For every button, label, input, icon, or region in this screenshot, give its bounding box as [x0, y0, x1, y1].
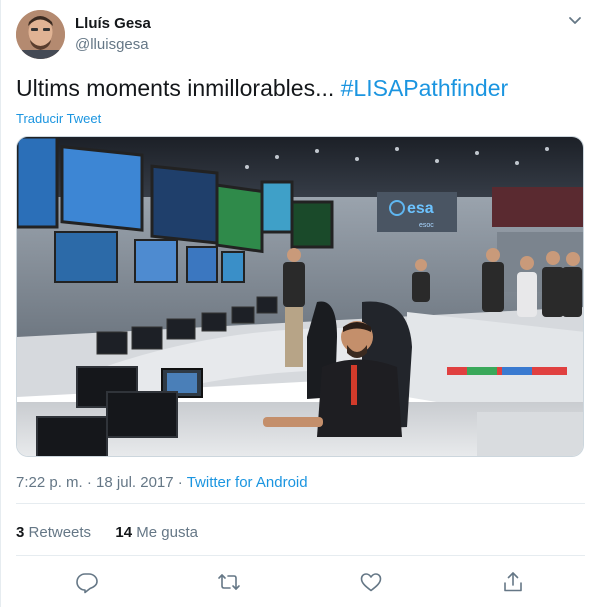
share-icon[interactable]	[501, 570, 525, 594]
likes-count: 14	[115, 524, 133, 541]
meta-separator: ·	[177, 474, 183, 491]
tweet-photo[interactable]: esa esoc	[16, 136, 584, 457]
likes-stat[interactable]: 14 Me gusta	[115, 524, 198, 541]
translate-tweet-link[interactable]: Traducir Tweet	[16, 111, 101, 126]
tweet-source-link[interactable]: Twitter for Android	[187, 474, 308, 491]
tweet-stats: 3 Retweets 14 Me gusta	[16, 524, 198, 541]
reply-icon[interactable]	[75, 570, 99, 594]
retweets-label: Retweets	[28, 524, 92, 541]
divider	[16, 503, 585, 504]
likes-label: Me gusta	[136, 524, 198, 541]
tweet-text: Ultims moments inmillorables... #LISAPat…	[16, 75, 508, 102]
author-handle[interactable]: @lluisgesa	[75, 36, 149, 53]
esa-logo-text: esa	[407, 200, 434, 217]
divider	[16, 555, 585, 556]
action-bar	[1, 570, 600, 596]
chevron-down-icon[interactable]	[568, 14, 582, 28]
tweet-date[interactable]: 18 jul. 2017	[96, 474, 174, 491]
meta-separator: ·	[86, 474, 92, 491]
avatar[interactable]	[16, 10, 65, 59]
like-icon[interactable]	[359, 570, 383, 594]
hashtag-link[interactable]: #LISAPathfinder	[341, 75, 509, 101]
esoc-label: esoc	[419, 222, 434, 229]
tweet-card: Lluís Gesa @lluisgesa Ultims moments inm…	[0, 0, 600, 607]
author-name[interactable]: Lluís Gesa	[75, 15, 151, 32]
tweet-time[interactable]: 7:22 p. m.	[16, 474, 83, 491]
retweets-count: 3	[16, 524, 25, 541]
retweets-stat[interactable]: 3 Retweets	[16, 524, 91, 541]
retweet-icon[interactable]	[217, 570, 241, 594]
tweet-body: Ultims moments inmillorables...	[16, 75, 341, 101]
tweet-meta: 7:22 p. m. · 18 jul. 2017 · Twitter for …	[16, 474, 308, 491]
